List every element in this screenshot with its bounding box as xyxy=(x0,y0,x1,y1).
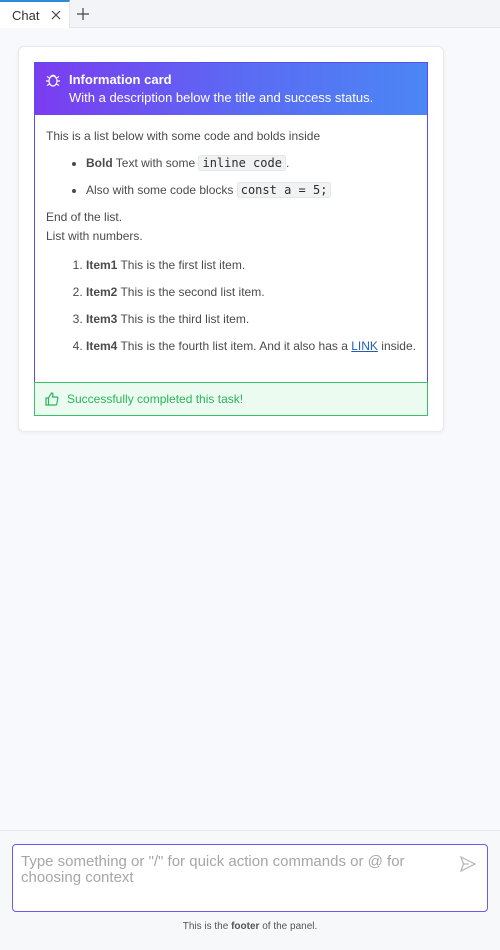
item-text: This is the third list item. xyxy=(117,312,250,326)
success-text: Successfully completed this task! xyxy=(67,392,244,406)
list-item: Item4 This is the fourth list item. And … xyxy=(86,337,416,356)
list-item: Bold Text with some inline code. xyxy=(86,154,416,173)
card-description: With a description below the title and s… xyxy=(69,90,374,105)
close-icon[interactable] xyxy=(49,8,63,22)
intro-text: This is a list below with some code and … xyxy=(46,129,321,143)
footer-prefix: This is the xyxy=(182,921,232,932)
list-item: Item3 This is the third list item. xyxy=(86,310,416,329)
item-suffix: inside. xyxy=(377,339,416,353)
list-item: Item1 This is the first list item. xyxy=(86,256,416,275)
information-card: Information card With a description belo… xyxy=(34,62,428,382)
bold-text: Item4 xyxy=(86,339,118,353)
card-title: Information card xyxy=(69,72,172,87)
tab-label: Chat xyxy=(12,7,40,23)
message-container: Information card With a description belo… xyxy=(18,46,444,432)
item-text: This is the second list item. xyxy=(117,285,265,299)
numbers-text: List with numbers. xyxy=(46,229,143,243)
footer-bold: footer xyxy=(231,921,260,932)
list-item: Item2 This is the second list item. xyxy=(86,283,416,302)
item-text: Also with some code blocks xyxy=(86,183,237,197)
item-suffix: . xyxy=(285,156,290,170)
tab-bar: Chat xyxy=(0,0,500,28)
bullet-list: Bold Text with some inline code. Also wi… xyxy=(46,154,416,200)
bold-text: Item2 xyxy=(86,285,118,299)
bold-text: Bold xyxy=(86,156,113,170)
prompt-box xyxy=(12,844,488,912)
item-text: Text with some xyxy=(112,156,199,170)
card-header: Information card With a description belo… xyxy=(35,63,427,115)
send-icon[interactable] xyxy=(459,855,477,873)
tab-chat[interactable]: Chat xyxy=(0,0,71,28)
list-item: Also with some code blocks const a = 5; xyxy=(86,181,416,200)
bug-icon xyxy=(45,72,61,88)
prompt-input[interactable] xyxy=(21,854,451,902)
thumbs-up-icon xyxy=(45,392,59,406)
end-text: End of the list. xyxy=(46,210,123,224)
card-body: This is a list below with some code and … xyxy=(35,115,427,356)
code-block: const a = 5; xyxy=(236,182,332,198)
inline-link[interactable]: LINK xyxy=(351,339,378,353)
plus-icon[interactable] xyxy=(70,0,96,28)
input-area: This is the footer of the panel. xyxy=(0,830,500,950)
inline-code: inline code xyxy=(198,155,286,171)
bold-text: Item3 xyxy=(86,312,118,326)
item-text: This is the fourth list item. And it als… xyxy=(117,339,352,353)
footer-suffix: of the panel. xyxy=(259,921,318,932)
numbered-list: Item1 This is the first list item. Item2… xyxy=(46,256,416,356)
panel-footer: This is the footer of the panel. xyxy=(0,921,500,932)
success-status: Successfully completed this task! xyxy=(34,382,428,416)
bold-text: Item1 xyxy=(86,258,118,272)
item-text: This is the first list item. xyxy=(117,258,246,272)
